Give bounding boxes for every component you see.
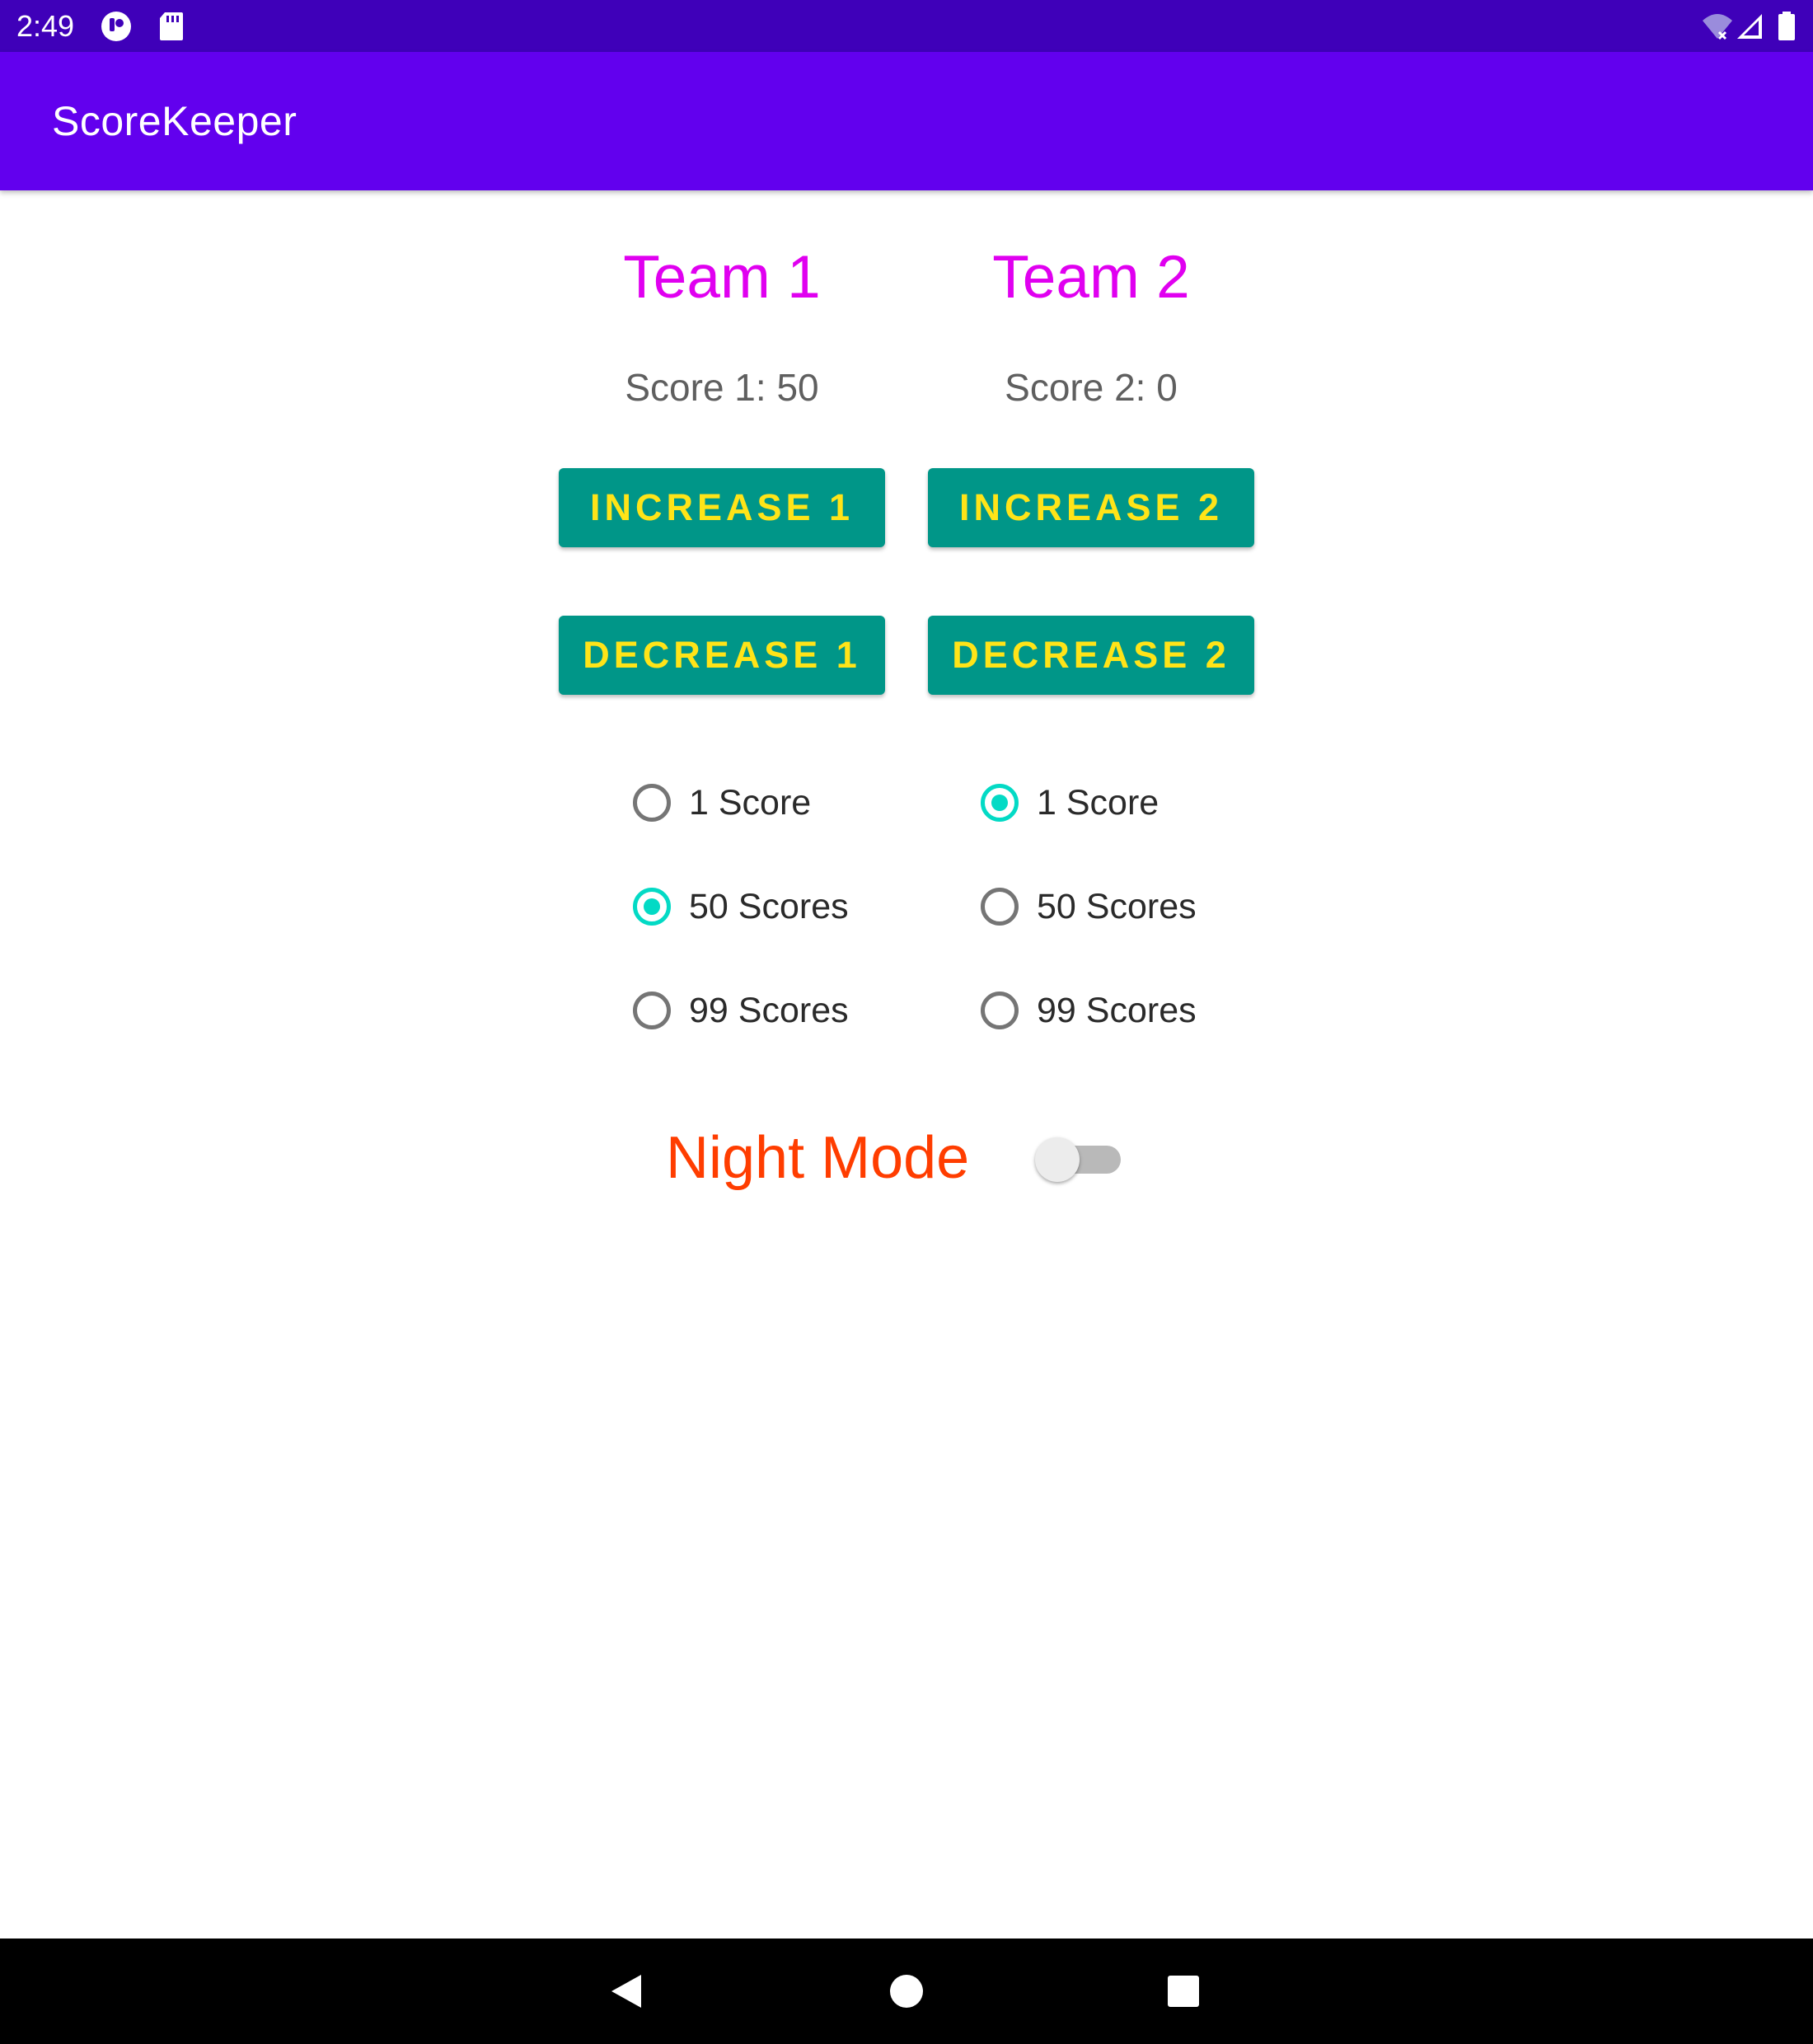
team-2-title: Team 2 — [992, 244, 1190, 311]
increase-1-button[interactable]: INCREASE 1 — [559, 468, 885, 547]
battery-icon — [1777, 11, 1808, 42]
recents-icon[interactable] — [1159, 1967, 1208, 2016]
team-1-option-1-score[interactable]: 1 Score — [633, 777, 897, 835]
team-2-score: Score 2: 0 — [1005, 366, 1178, 409]
night-mode-switch[interactable] — [1035, 1134, 1124, 1184]
home-icon[interactable] — [882, 1967, 931, 2016]
team-2-option-50-scores[interactable]: 50 Scores — [981, 881, 1244, 939]
radio-button-icon[interactable] — [981, 992, 1019, 1029]
team-1-title: Team 1 — [623, 244, 821, 311]
wifi-off-icon — [1701, 11, 1732, 42]
sd-card-icon — [158, 11, 190, 42]
team-2-option-1-score[interactable]: 1 Score — [981, 777, 1244, 835]
cell-signal-icon — [1736, 11, 1767, 42]
radio-label: 50 Scores — [689, 887, 849, 926]
radio-button-icon[interactable] — [633, 784, 671, 822]
radio-button-icon[interactable] — [633, 992, 671, 1029]
radio-label: 1 Score — [1037, 783, 1159, 823]
notification-app-icon — [101, 11, 132, 42]
team-1-option-99-scores[interactable]: 99 Scores — [633, 985, 897, 1043]
switch-thumb[interactable] — [1035, 1137, 1080, 1182]
radio-label: 99 Scores — [689, 991, 849, 1030]
night-mode-label: Night Mode — [666, 1125, 970, 1191]
radio-label: 1 Score — [689, 783, 812, 823]
app-title: ScoreKeeper — [52, 98, 297, 144]
navigation-bar — [0, 1939, 1813, 2044]
back-icon[interactable] — [603, 1967, 653, 2016]
app-bar: ScoreKeeper — [0, 52, 1813, 190]
status-time: 2:49 — [16, 9, 75, 43]
decrease-1-button[interactable]: DECREASE 1 — [559, 616, 885, 695]
radio-label: 50 Scores — [1037, 887, 1197, 926]
radio-button-icon[interactable] — [981, 888, 1019, 926]
increase-2-button[interactable]: INCREASE 2 — [928, 468, 1254, 547]
decrease-2-button[interactable]: DECREASE 2 — [928, 616, 1254, 695]
radio-label: 99 Scores — [1037, 991, 1197, 1030]
team-2-option-99-scores[interactable]: 99 Scores — [981, 985, 1244, 1043]
status-bar: 2:49 — [0, 0, 1813, 52]
radio-button-checked-icon[interactable] — [633, 888, 671, 926]
team-1-option-50-scores[interactable]: 50 Scores — [633, 881, 897, 939]
radio-button-checked-icon[interactable] — [981, 784, 1019, 822]
team-1-score: Score 1: 50 — [625, 366, 819, 409]
